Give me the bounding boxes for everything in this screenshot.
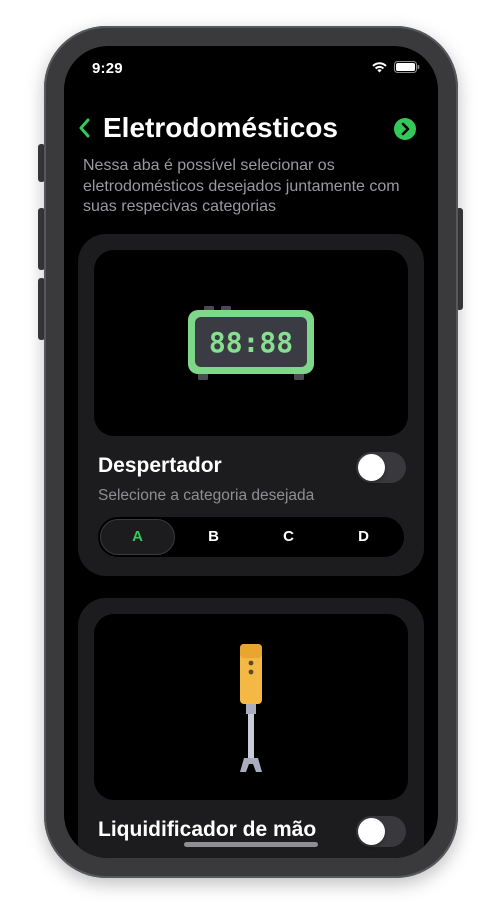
status-icons: [371, 61, 420, 73]
screen: 9:29 Eletrodomésticos Nessa aba é possív…: [64, 46, 438, 858]
chevron-right-circle-icon[interactable]: [394, 118, 416, 140]
appliance-name: Liquidificador de mão: [98, 818, 317, 841]
battery-icon: [394, 61, 420, 73]
appliance-image: 88:88: [94, 250, 408, 436]
category-option-c[interactable]: C: [251, 519, 326, 555]
category-option-d[interactable]: D: [326, 519, 401, 555]
home-indicator: [184, 842, 318, 847]
svg-text:88:88: 88:88: [209, 326, 293, 359]
digital-clock-icon: 88:88: [188, 306, 314, 380]
wifi-icon: [371, 61, 388, 73]
category-option-b[interactable]: B: [176, 519, 251, 555]
status-time: 9:29: [92, 60, 123, 77]
chevron-left-icon[interactable]: [76, 116, 94, 140]
page-description: Nessa aba é possível selecionar os eletr…: [83, 157, 400, 215]
notch: [146, 46, 356, 76]
appliance-card: 88:88 Despertador Selecione a categoria …: [78, 234, 424, 576]
category-segmented-control: A B C D: [98, 517, 404, 557]
toggle-knob: [358, 818, 385, 845]
appliance-toggle[interactable]: [356, 816, 406, 847]
category-hint: Selecione a categoria desejada: [98, 487, 315, 504]
appliance-card: Liquidificador de mão: [78, 598, 424, 858]
appliance-toggle[interactable]: [356, 452, 406, 483]
toggle-knob: [358, 454, 385, 481]
appliance-image: [94, 614, 408, 800]
page-title: Eletrodomésticos: [103, 112, 338, 143]
header: Eletrodomésticos: [64, 108, 438, 148]
category-option-a[interactable]: A: [100, 519, 175, 555]
appliance-name: Despertador: [98, 454, 222, 477]
hand-blender-icon: [240, 644, 262, 772]
